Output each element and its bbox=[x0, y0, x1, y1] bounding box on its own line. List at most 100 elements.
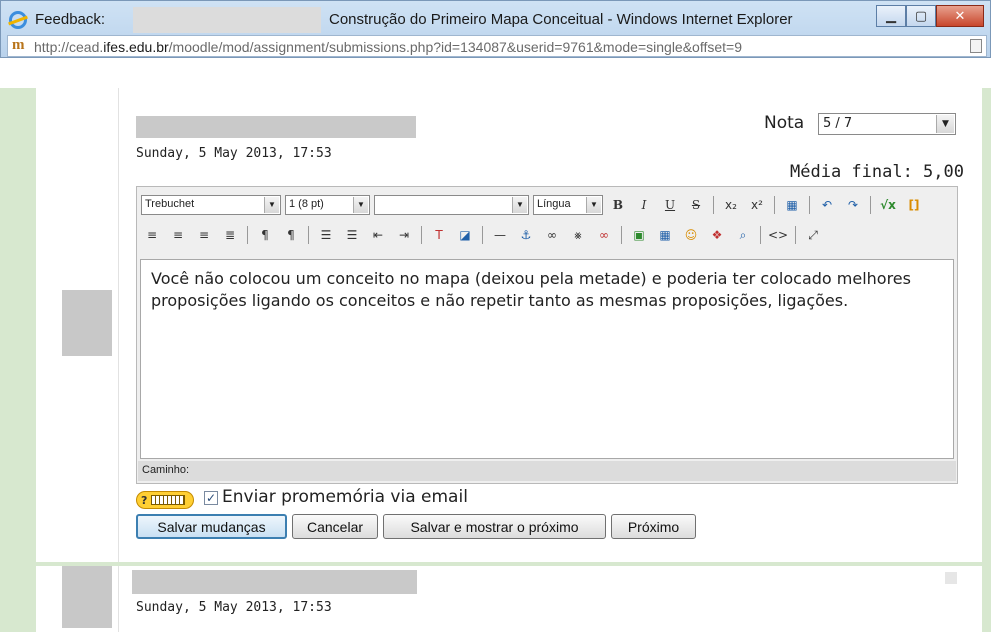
smiley-icon[interactable]: ☺ bbox=[680, 225, 702, 245]
left-margin-bar bbox=[0, 88, 36, 632]
grade-label: Nota bbox=[764, 113, 805, 133]
editor-toolbar-row-2: ≡ ≡ ≡ ≣ ¶ ¶ ☰ ☰ ⇤ ⇥ T ◪ — ⚓ ∞ ⨳ ∞ ▣ ▦ ☺ … bbox=[141, 223, 824, 247]
window-controls: ▁ ▢ ✕ bbox=[876, 5, 984, 27]
toolbar-divider bbox=[760, 226, 761, 244]
toolbar-divider bbox=[308, 226, 309, 244]
search-replace-icon[interactable]: ⌕ bbox=[732, 225, 754, 245]
window-title: Construção do Primeiro Mapa Conceitual -… bbox=[329, 11, 793, 28]
font-size-value: 1 (8 pt) bbox=[289, 198, 324, 210]
subscript-icon[interactable]: x₂ bbox=[720, 195, 742, 215]
window-title-prefix: Feedback: bbox=[35, 11, 106, 28]
nolink-icon[interactable]: [] bbox=[903, 195, 925, 215]
minimize-button[interactable]: ▁ bbox=[876, 5, 906, 27]
indent-icon[interactable]: ⇥ bbox=[393, 225, 415, 245]
url-path: /moodle/mod/assignment/submissions.php?i… bbox=[168, 39, 742, 55]
bold-icon[interactable]: B bbox=[607, 195, 629, 215]
save-and-next-button[interactable]: Salvar e mostrar o próximo bbox=[383, 514, 606, 539]
right-margin-bar bbox=[982, 88, 991, 632]
moodle-icon: m bbox=[12, 37, 25, 53]
outdent-icon[interactable]: ⇤ bbox=[367, 225, 389, 245]
chevron-down-icon: ▼ bbox=[353, 197, 368, 213]
align-center-icon[interactable]: ≡ bbox=[167, 225, 189, 245]
keyboard-icon bbox=[151, 495, 186, 505]
fullscreen-icon[interactable]: ⤢ bbox=[802, 225, 824, 245]
align-left-icon[interactable]: ≡ bbox=[141, 225, 163, 245]
strikethrough-icon[interactable]: S bbox=[685, 195, 707, 215]
language-value: Língua bbox=[537, 198, 571, 210]
grade-value: 5 / 7 bbox=[823, 116, 853, 131]
scroll-indicator bbox=[945, 572, 957, 584]
rtl-icon[interactable]: ¶ bbox=[280, 225, 302, 245]
underline-icon[interactable]: U bbox=[659, 195, 681, 215]
chevron-down-icon: ▼ bbox=[586, 197, 601, 213]
editor-toolbar-row-1: Trebuchet ▼ 1 (8 pt) ▼ ▼ Língua ▼ B I U … bbox=[141, 193, 925, 217]
ltr-icon[interactable]: ¶ bbox=[254, 225, 276, 245]
font-family-value: Trebuchet bbox=[145, 198, 195, 210]
toolbar-divider bbox=[421, 226, 422, 244]
column-divider bbox=[118, 88, 119, 562]
italic-icon[interactable]: I bbox=[633, 195, 655, 215]
next-button[interactable]: Próximo bbox=[611, 514, 696, 539]
chevron-down-icon: ▼ bbox=[936, 115, 954, 133]
editor-path-bar: Caminho: bbox=[138, 461, 956, 481]
submission-separator bbox=[36, 562, 982, 566]
tex-icon[interactable]: √x bbox=[877, 195, 899, 215]
align-justify-icon[interactable]: ≣ bbox=[219, 225, 241, 245]
nolink-red-icon[interactable]: ∞ bbox=[593, 225, 615, 245]
help-button[interactable]: ? bbox=[136, 491, 194, 509]
avatar bbox=[62, 290, 112, 356]
save-button[interactable]: Salvar mudanças bbox=[136, 514, 287, 539]
special-char-icon[interactable]: ❖ bbox=[706, 225, 728, 245]
align-right-icon[interactable]: ≡ bbox=[193, 225, 215, 245]
final-average: Média final: 5,00 bbox=[790, 162, 964, 182]
insert-image-icon[interactable]: ▣ bbox=[628, 225, 650, 245]
page-icon[interactable] bbox=[970, 39, 982, 53]
window-titlebar: Feedback: Construção do Primeiro Mapa Co… bbox=[0, 0, 991, 58]
undo-icon[interactable]: ↶ bbox=[816, 195, 838, 215]
path-label: Caminho: bbox=[142, 464, 190, 476]
text-color-icon[interactable]: T bbox=[428, 225, 450, 245]
email-reminder-checkbox[interactable]: ✓ bbox=[204, 491, 218, 505]
address-bar[interactable]: m http://cead.ifes.edu.br/moodle/mod/ass… bbox=[7, 35, 987, 57]
insert-table-icon[interactable]: ▦ bbox=[654, 225, 676, 245]
redacted-title-block bbox=[133, 7, 321, 33]
url-prefix: http://cead. bbox=[34, 39, 104, 55]
address-url: http://cead.ifes.edu.br/moodle/mod/assig… bbox=[34, 39, 742, 55]
link-icon[interactable]: ∞ bbox=[541, 225, 563, 245]
superscript-icon[interactable]: x² bbox=[746, 195, 768, 215]
background-color-icon[interactable]: ◪ bbox=[454, 225, 476, 245]
url-host: ifes.edu.br bbox=[103, 39, 169, 55]
font-family-select[interactable]: Trebuchet ▼ bbox=[141, 195, 281, 215]
maximize-button[interactable]: ▢ bbox=[906, 5, 936, 27]
heading-select[interactable]: ▼ bbox=[374, 195, 529, 215]
avatar bbox=[62, 566, 112, 628]
toolbar-divider bbox=[247, 226, 248, 244]
feedback-text-area[interactable]: Você não colocou um conceito no mapa (de… bbox=[140, 259, 954, 459]
clean-word-icon[interactable]: ▦ bbox=[781, 195, 803, 215]
toolbar-divider bbox=[482, 226, 483, 244]
cancel-button[interactable]: Cancelar bbox=[292, 514, 378, 539]
toolbar-divider bbox=[795, 226, 796, 244]
ordered-list-icon[interactable]: ☰ bbox=[315, 225, 337, 245]
redacted-student-name bbox=[132, 570, 417, 594]
close-button[interactable]: ✕ bbox=[936, 5, 984, 27]
chevron-down-icon: ▼ bbox=[264, 197, 279, 213]
html-source-icon[interactable]: <> bbox=[767, 225, 789, 245]
email-reminder-label: Enviar promemória via email bbox=[222, 487, 468, 507]
internet-explorer-icon bbox=[9, 11, 27, 29]
font-size-select[interactable]: 1 (8 pt) ▼ bbox=[285, 195, 370, 215]
horizontal-rule-icon[interactable]: — bbox=[489, 225, 511, 245]
toolbar-divider bbox=[774, 196, 775, 214]
unlink-icon[interactable]: ⨳ bbox=[567, 225, 589, 245]
next-submission-date: Sunday, 5 May 2013, 17:53 bbox=[136, 600, 332, 615]
toolbar-divider bbox=[621, 226, 622, 244]
anchor-icon[interactable]: ⚓ bbox=[515, 225, 537, 245]
language-select[interactable]: Língua ▼ bbox=[533, 195, 603, 215]
redacted-student-name bbox=[136, 116, 416, 138]
grade-select[interactable]: 5 / 7 ▼ bbox=[818, 113, 956, 135]
help-icon: ? bbox=[141, 493, 148, 507]
unordered-list-icon[interactable]: ☰ bbox=[341, 225, 363, 245]
chevron-down-icon: ▼ bbox=[512, 197, 527, 213]
redo-icon[interactable]: ↷ bbox=[842, 195, 864, 215]
toolbar-divider bbox=[713, 196, 714, 214]
